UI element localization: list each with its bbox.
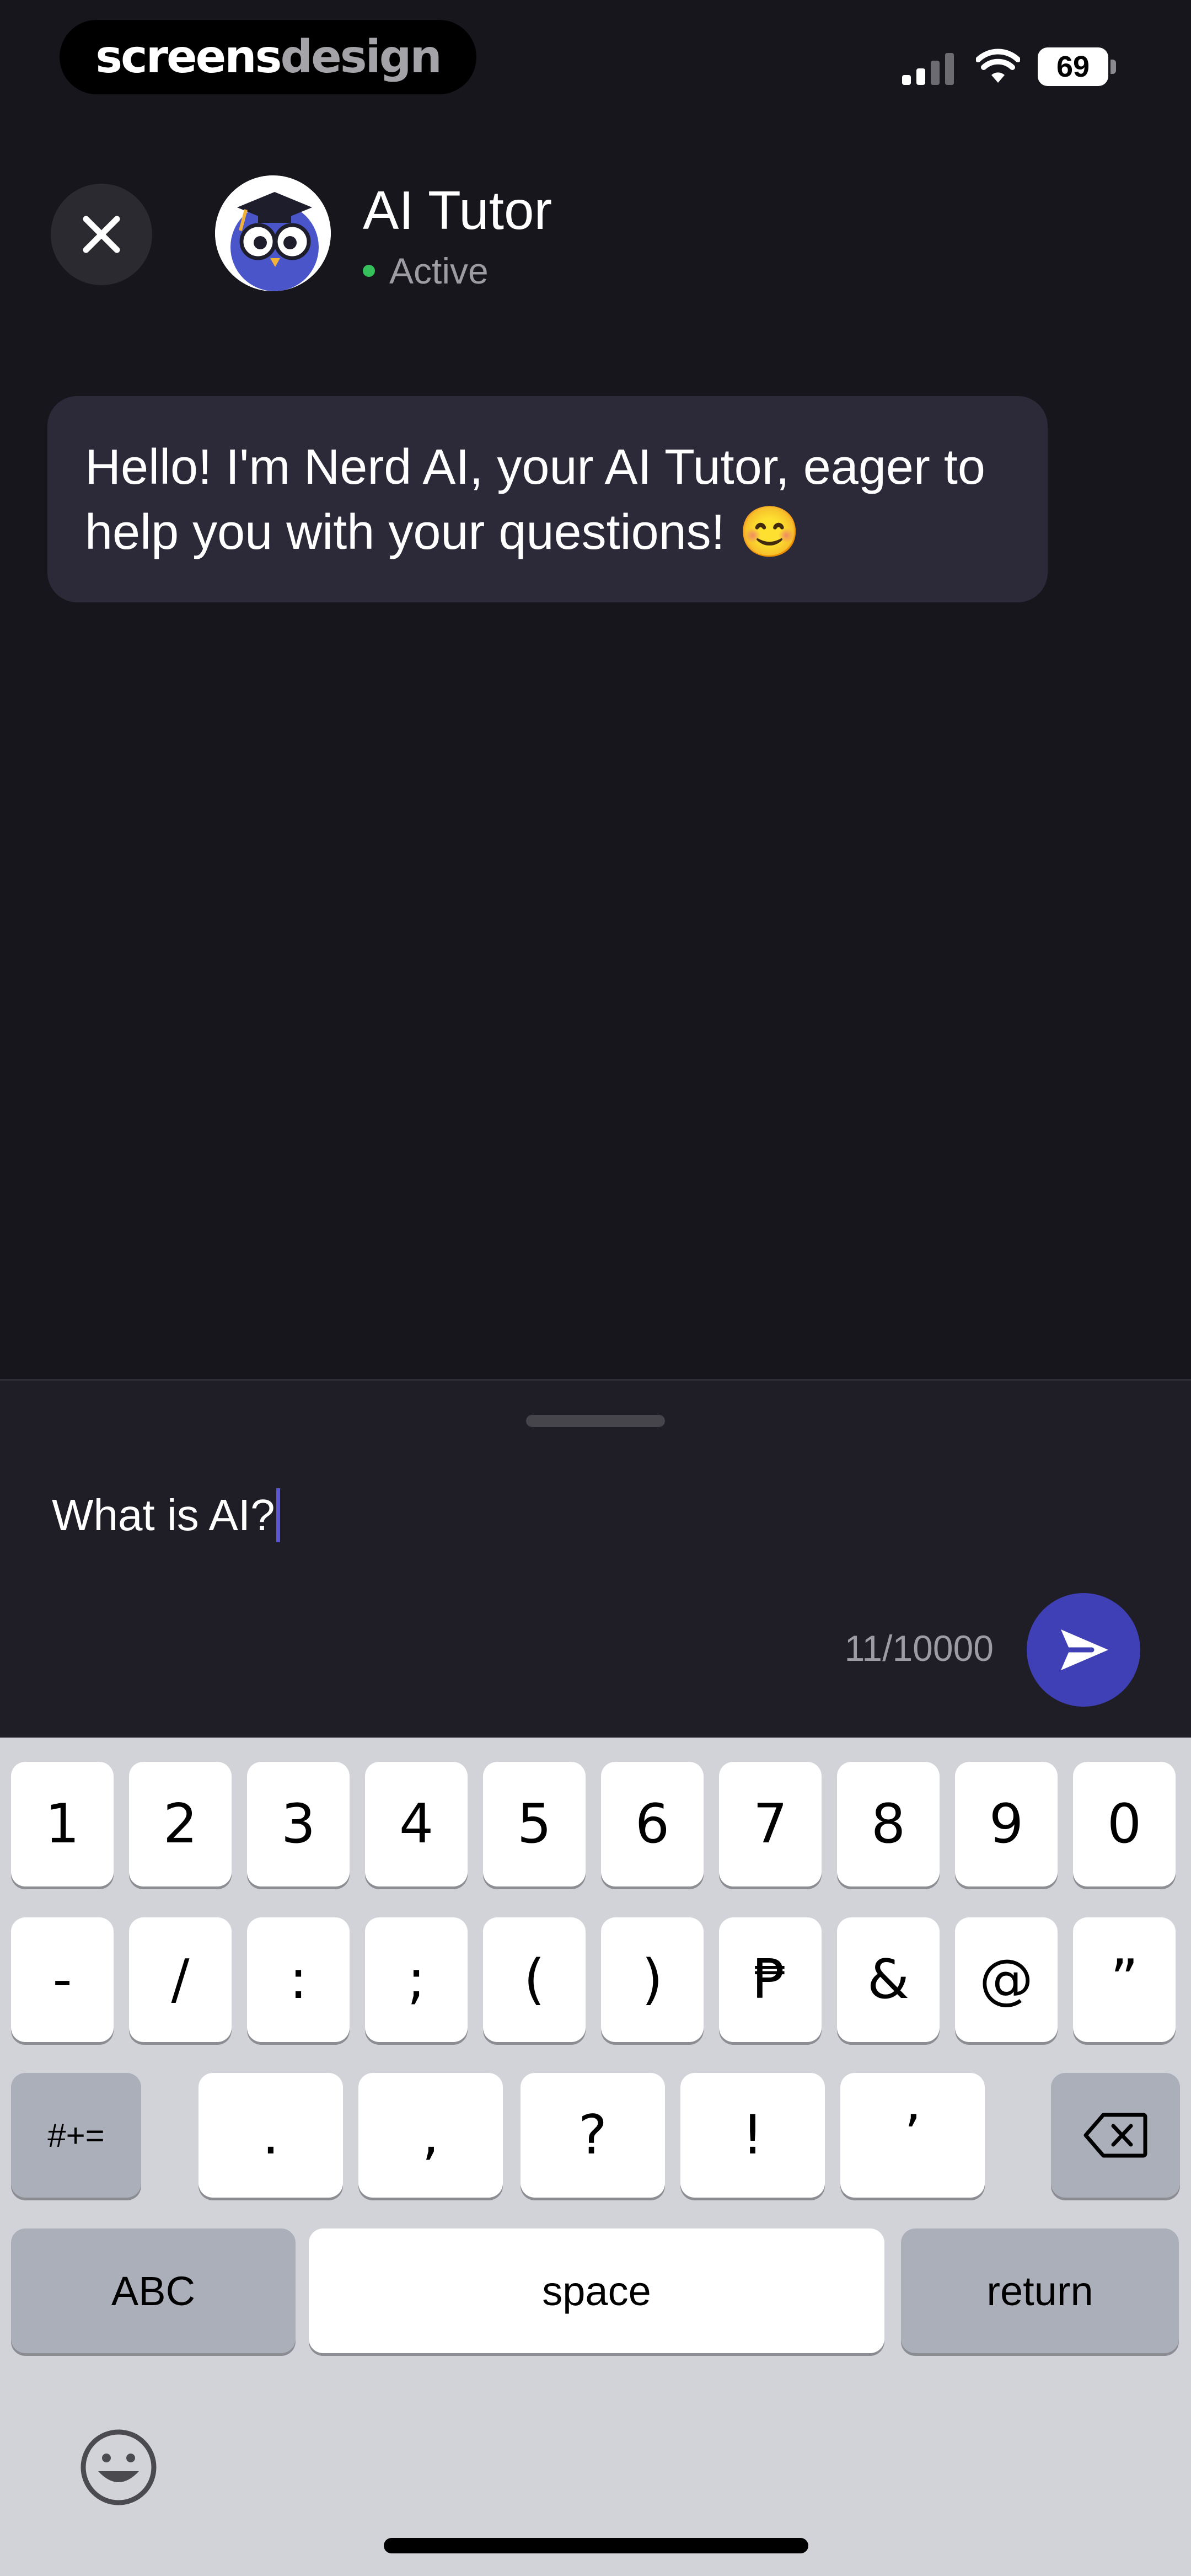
status-label: Active <box>389 250 489 291</box>
key-period[interactable]: . <box>198 2073 343 2198</box>
watermark-part2: design <box>280 31 442 83</box>
owl-tutor-avatar <box>215 175 331 291</box>
key-5[interactable]: 5 <box>483 1762 586 1886</box>
watermark-badge: screens design <box>60 20 476 94</box>
abc-key[interactable]: ABC <box>11 2228 296 2353</box>
key-7[interactable]: 7 <box>719 1762 822 1886</box>
battery-level: 69 <box>1038 47 1108 86</box>
battery-icon: 69 <box>1038 47 1116 86</box>
close-icon <box>83 216 120 253</box>
key-slash[interactable]: / <box>129 1917 232 2042</box>
home-indicator[interactable] <box>384 2538 808 2553</box>
key-question[interactable]: ? <box>521 2073 665 2198</box>
key-1[interactable]: 1 <box>11 1762 114 1886</box>
drag-handle[interactable] <box>526 1415 665 1427</box>
message-input[interactable]: What is AI? <box>52 1488 280 1542</box>
presence-status: Active <box>363 250 489 292</box>
key-8[interactable]: 8 <box>837 1762 940 1886</box>
chat-screen: screens design 69 AI Tutor Active Hello!… <box>0 0 1191 2576</box>
key-exclamation[interactable]: ! <box>680 2073 825 2198</box>
message-input-value: What is AI? <box>52 1490 275 1540</box>
active-dot-icon <box>363 265 375 277</box>
assistant-message-bubble: Hello! I'm Nerd AI, your AI Tutor, eager… <box>47 396 1048 602</box>
space-key[interactable]: space <box>309 2228 884 2353</box>
symbols-toggle-key[interactable]: #+= <box>11 2073 141 2198</box>
key-3[interactable]: 3 <box>247 1762 350 1886</box>
send-arrow-icon <box>1061 1629 1108 1670</box>
key-2[interactable]: 2 <box>129 1762 232 1886</box>
key-9[interactable]: 9 <box>955 1762 1058 1886</box>
key-quote[interactable]: ” <box>1073 1917 1176 2042</box>
key-6[interactable]: 6 <box>601 1762 704 1886</box>
key-ampersand[interactable]: & <box>837 1917 940 2042</box>
message-text: Hello! I'm Nerd AI, your AI Tutor, eager… <box>85 440 985 560</box>
text-caret <box>276 1488 280 1542</box>
key-apostrophe[interactable]: ’ <box>840 2073 985 2198</box>
return-key[interactable]: return <box>901 2228 1179 2353</box>
key-comma[interactable]: , <box>358 2073 503 2198</box>
character-counter: 11/10000 <box>844 1628 994 1669</box>
key-colon[interactable]: : <box>247 1917 350 2042</box>
chat-title: AI Tutor <box>363 180 552 241</box>
send-button[interactable] <box>1027 1593 1140 1707</box>
backspace-icon <box>1083 2113 1147 2158</box>
key-semicolon[interactable]: ; <box>365 1917 468 2042</box>
key-open-paren[interactable]: ( <box>483 1917 586 2042</box>
key-4[interactable]: 4 <box>365 1762 468 1886</box>
close-button[interactable] <box>51 184 152 285</box>
on-screen-keyboard: 1 2 3 4 5 6 7 8 9 0 - / : ; ( ) ₱ & @ ” … <box>0 1738 1191 2576</box>
watermark-part1: screens <box>95 31 282 83</box>
key-peso[interactable]: ₱ <box>719 1917 822 2042</box>
key-at[interactable]: @ <box>955 1917 1058 2042</box>
key-close-paren[interactable]: ) <box>601 1917 704 2042</box>
emoji-icon[interactable] <box>77 2426 160 2509</box>
backspace-key[interactable] <box>1051 2073 1180 2198</box>
wifi-icon <box>976 49 1020 83</box>
key-0[interactable]: 0 <box>1073 1762 1176 1886</box>
message-composer: What is AI? <box>0 1379 1191 1739</box>
cellular-signal-icon <box>902 53 954 85</box>
key-hyphen[interactable]: - <box>11 1917 114 2042</box>
